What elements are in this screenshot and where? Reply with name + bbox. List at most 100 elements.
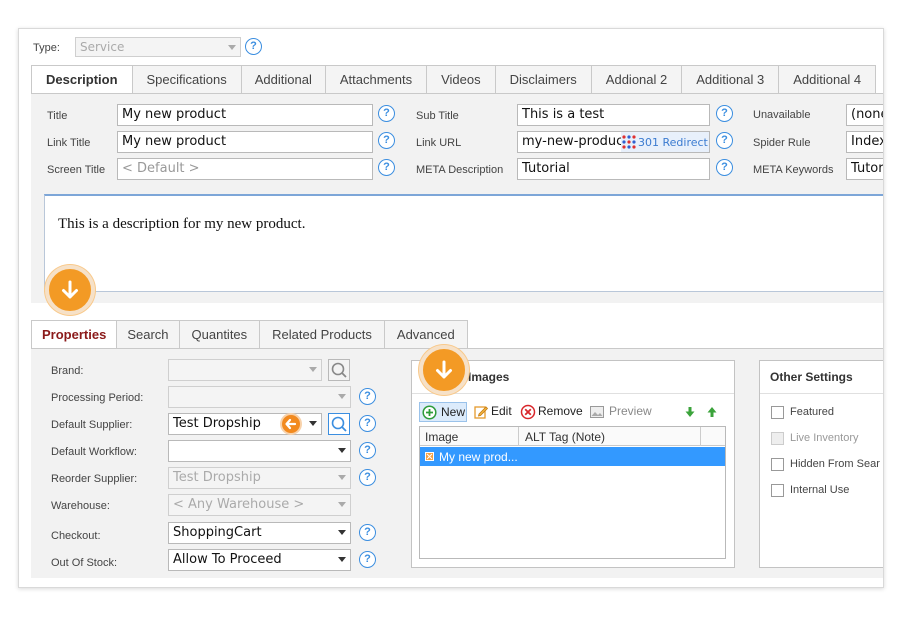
- arrow-left-icon: [285, 418, 297, 430]
- tab-related-products[interactable]: Related Products: [259, 320, 385, 348]
- question-circle-icon[interactable]: ?: [245, 38, 262, 55]
- magnifier-icon: [331, 362, 347, 378]
- hidden-from-search-checkbox[interactable]: [771, 458, 784, 471]
- tab-additional-3[interactable]: Additional 3: [681, 65, 780, 93]
- checkout-value: ShoppingCart: [173, 525, 262, 540]
- warehouse-value: < Any Warehouse >: [173, 497, 305, 512]
- tab-advanced[interactable]: Advanced: [383, 320, 468, 348]
- tab-attachments[interactable]: Attachments: [324, 65, 428, 93]
- redirect-button[interactable]: 301 Redirect: [621, 132, 709, 152]
- images-title: Images: [468, 370, 510, 384]
- checkout-select[interactable]: ShoppingCart: [168, 522, 351, 544]
- unavailable-label: Unavailable: [753, 109, 811, 121]
- new-label: New: [441, 405, 466, 419]
- tab-videos[interactable]: Videos: [426, 65, 496, 93]
- other-settings-title: Other Settings: [770, 370, 853, 384]
- screen-title-input[interactable]: < Default >: [117, 158, 373, 180]
- question-circle-icon[interactable]: ?: [359, 524, 376, 541]
- out-of-stock-value: Allow To Proceed: [173, 552, 282, 567]
- question-circle-icon[interactable]: ?: [359, 415, 376, 432]
- chevron-down-icon: [338, 502, 346, 507]
- question-circle-icon[interactable]: ?: [359, 442, 376, 459]
- grid-header: Image ALT Tag (Note): [420, 427, 725, 446]
- supplier-search-button[interactable]: [328, 413, 350, 435]
- question-circle-icon[interactable]: ?: [378, 132, 395, 149]
- spider-rule-select[interactable]: Index: [846, 131, 883, 153]
- tab-specifications[interactable]: Specifications: [131, 65, 242, 93]
- properties-callout: [45, 265, 95, 315]
- question-circle-icon[interactable]: ?: [716, 105, 733, 122]
- link-url-input[interactable]: my-new-product 301 Redirect: [517, 131, 710, 153]
- column-image[interactable]: Image: [425, 430, 458, 444]
- remove-label: Remove: [538, 404, 583, 418]
- chevron-down-icon: [338, 530, 346, 535]
- redirect-label: 301 Redirect: [638, 136, 708, 149]
- preview-label: Preview: [609, 404, 652, 418]
- internal-use-checkbox[interactable]: [771, 484, 784, 497]
- chevron-down-icon: [228, 45, 236, 50]
- move-down-icon[interactable]: [684, 406, 696, 418]
- edit-image-button[interactable]: Edit: [472, 402, 516, 422]
- meta-description-input[interactable]: Tutorial: [517, 158, 710, 180]
- question-circle-icon[interactable]: ?: [716, 159, 733, 176]
- link-title-input[interactable]: My new product: [117, 131, 373, 153]
- featured-checkbox[interactable]: [771, 406, 784, 419]
- tab-addional-2[interactable]: Addional 2: [590, 65, 683, 93]
- warehouse-select[interactable]: < Any Warehouse >: [168, 494, 351, 516]
- tab-description[interactable]: Description: [31, 65, 133, 94]
- top-tab-bar: Description Specifications Additional At…: [31, 65, 877, 94]
- brand-search-button[interactable]: [328, 359, 350, 381]
- tab-additional[interactable]: Additional: [240, 65, 326, 93]
- live-inventory-checkbox[interactable]: [771, 432, 784, 445]
- tab-properties[interactable]: Properties: [31, 320, 118, 349]
- chevron-down-icon: [338, 475, 346, 480]
- plus-circle-icon: [422, 405, 437, 420]
- question-circle-icon[interactable]: ?: [716, 132, 733, 149]
- remove-image-button[interactable]: Remove: [519, 402, 583, 422]
- question-circle-icon[interactable]: ?: [378, 105, 395, 122]
- meta-keywords-label: META Keywords: [753, 164, 834, 176]
- description-editor[interactable]: This is a description for my new product…: [44, 194, 883, 292]
- question-circle-icon[interactable]: ?: [359, 551, 376, 568]
- checkout-label: Checkout:: [51, 530, 101, 542]
- tab-quantites[interactable]: Quantites: [178, 320, 261, 348]
- new-image-button[interactable]: New: [419, 402, 467, 422]
- column-alt-tag[interactable]: ALT Tag (Note): [525, 430, 605, 444]
- images-grid: Image ALT Tag (Note) My new prod...: [419, 426, 726, 559]
- question-circle-icon[interactable]: ?: [378, 159, 395, 176]
- live-inventory-label: Live Inventory: [790, 432, 859, 444]
- tab-search[interactable]: Search: [116, 320, 180, 348]
- chevron-down-icon: [338, 557, 346, 562]
- other-settings-group: Other Settings Featured Live Inventory H…: [759, 360, 883, 568]
- title-input[interactable]: My new product: [117, 104, 373, 126]
- question-circle-icon[interactable]: ?: [359, 469, 376, 486]
- type-label: Type:: [33, 42, 60, 54]
- reorder-supplier-label: Reorder Supplier:: [51, 473, 138, 485]
- images-callout: [419, 345, 469, 395]
- processing-period-select[interactable]: [168, 386, 351, 408]
- type-select[interactable]: Service: [75, 37, 241, 57]
- brand-select[interactable]: [168, 359, 322, 381]
- sub-title-label: Sub Title: [416, 110, 459, 122]
- image-cell: My new prod...: [439, 450, 518, 464]
- out-of-stock-select[interactable]: Allow To Proceed: [168, 549, 351, 571]
- magnifier-icon: [331, 416, 347, 432]
- pencil-icon: [474, 406, 489, 419]
- title-label: Title: [47, 110, 68, 122]
- move-up-icon[interactable]: [706, 406, 718, 418]
- column-divider: [518, 427, 519, 446]
- hidden-from-search-label: Hidden From Sear: [790, 458, 880, 470]
- tab-disclaimers[interactable]: Disclaimers: [494, 65, 592, 93]
- preview-image-button[interactable]: Preview: [588, 402, 652, 422]
- table-row[interactable]: My new prod...: [420, 447, 725, 466]
- chevron-down-icon: [338, 448, 346, 453]
- link-url-label: Link URL: [416, 137, 462, 149]
- tab-additional-4[interactable]: Additional 4: [778, 65, 877, 93]
- unavailable-select[interactable]: (none: [846, 104, 883, 126]
- question-circle-icon[interactable]: ?: [359, 388, 376, 405]
- default-workflow-select[interactable]: [168, 440, 351, 462]
- brand-label: Brand:: [51, 365, 84, 377]
- sub-title-input[interactable]: This is a test: [517, 104, 710, 126]
- reorder-supplier-select[interactable]: Test Dropship: [168, 467, 351, 489]
- meta-keywords-input[interactable]: Tutor: [846, 158, 883, 180]
